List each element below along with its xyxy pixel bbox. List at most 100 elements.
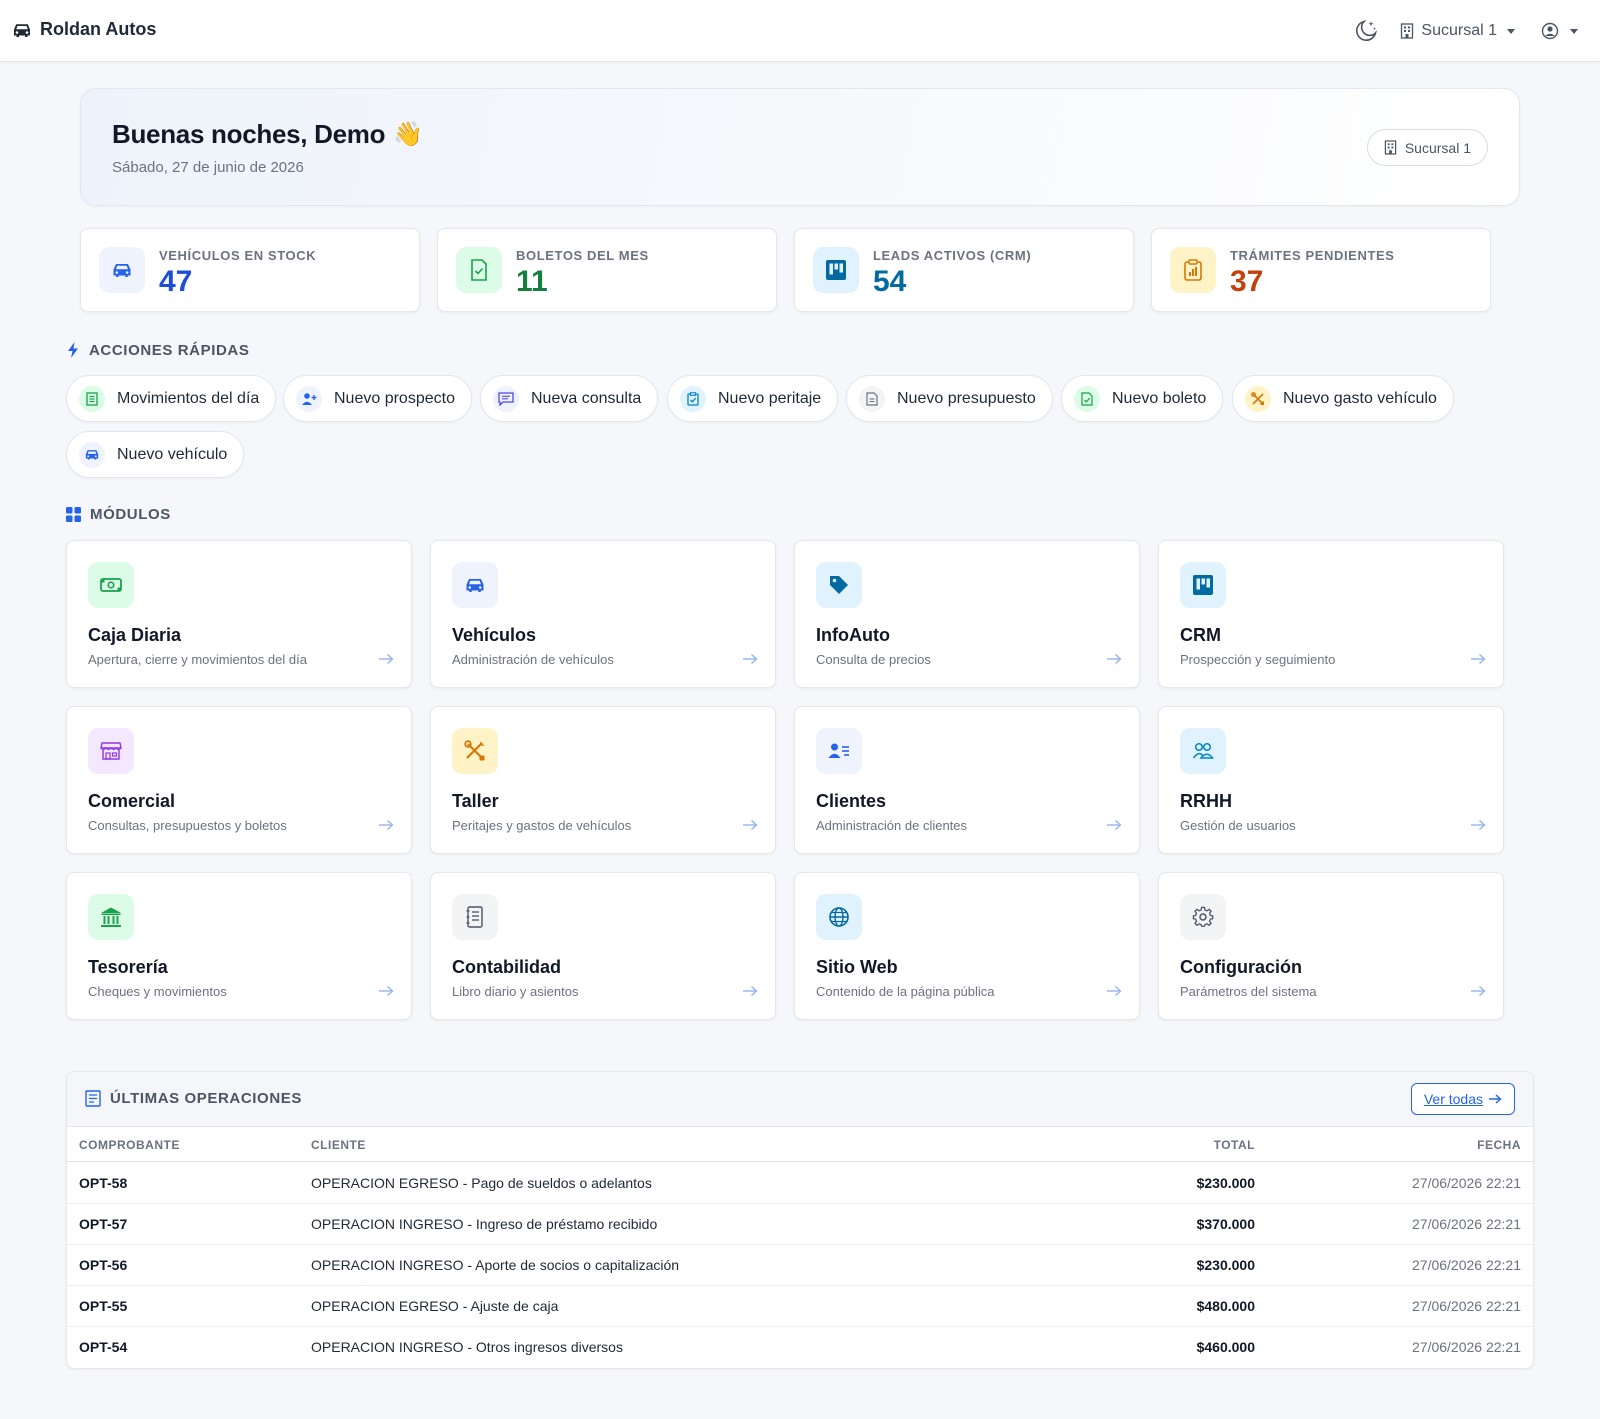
module-desc: Cheques y movimientos <box>88 984 227 999</box>
module-comercial[interactable]: Comercial Consultas, presupuestos y bole… <box>66 706 412 854</box>
cell-total: $460.000 <box>1196 1339 1255 1355</box>
operations-title-text: ÚLTIMAS OPERACIONES <box>110 1090 302 1107</box>
cell-fecha: 27/06/2026 22:21 <box>1412 1298 1521 1314</box>
car-icon <box>99 247 145 293</box>
module-sitio-web[interactable]: Sitio Web Contenido de la página pública <box>794 872 1140 1020</box>
module-crm[interactable]: CRM Prospección y seguimiento <box>1158 540 1504 688</box>
module-title: Contabilidad <box>452 957 561 977</box>
action-nuevo-peritaje[interactable]: Nuevo peritaje <box>667 375 839 422</box>
stat-card-tickets[interactable]: BOLETOS DEL MES 11 <box>437 228 777 312</box>
module-rrhh[interactable]: RRHH Gestión de usuarios <box>1158 706 1504 854</box>
action-nueva-consulta[interactable]: Nueva consulta <box>480 375 659 422</box>
cell-total: $230.000 <box>1196 1257 1255 1273</box>
module-caja-diaria[interactable]: Caja Diaria Apertura, cierre y movimient… <box>66 540 412 688</box>
module-title: Configuración <box>1180 957 1302 977</box>
action-nuevo-boleto[interactable]: Nuevo boleto <box>1061 375 1224 422</box>
greeting-card: Buenas noches, Demo 👋 Sábado, 27 de juni… <box>80 88 1520 206</box>
moon-stars-icon <box>1353 18 1379 44</box>
cell-comprobante: OPT-56 <box>79 1257 128 1273</box>
stat-value: 37 <box>1230 265 1264 298</box>
brand-name: Roldan Autos <box>40 19 157 39</box>
quick-actions-title: ACCIONES RÁPIDAS <box>89 341 250 359</box>
module-title: Clientes <box>816 791 887 811</box>
module-clientes[interactable]: Clientes Administración de clientes <box>794 706 1140 854</box>
table-row[interactable]: OPT-56 OPERACION INGRESO - Aporte de soc… <box>67 1245 1533 1286</box>
cell-comprobante: OPT-57 <box>79 1216 128 1232</box>
theme-toggle-button[interactable] <box>1350 16 1382 46</box>
document-check-icon <box>1074 385 1100 412</box>
action-nuevo-gasto-vehiculo[interactable]: Nuevo gasto vehículo <box>1232 375 1454 422</box>
cash-icon <box>88 562 134 608</box>
action-label: Movimientos del día <box>117 389 260 407</box>
module-vehiculos[interactable]: Vehículos Administración de vehículos <box>430 540 776 688</box>
action-label: Nuevo presupuesto <box>897 389 1036 407</box>
clipboard-chart-icon <box>1170 247 1216 293</box>
action-label: Nuevo prospecto <box>334 389 455 407</box>
greeting-text: Buenas noches, Demo <box>112 119 386 149</box>
module-configuracion[interactable]: Configuración Parámetros del sistema <box>1158 872 1504 1020</box>
action-nuevo-prospecto[interactable]: Nuevo prospecto <box>283 375 472 422</box>
module-title: Sitio Web <box>816 957 898 977</box>
action-nuevo-vehiculo[interactable]: Nuevo vehículo <box>66 431 245 478</box>
arrow-right-icon <box>1106 985 1122 997</box>
branch-dropdown-label: Sucursal 1 <box>1421 22 1497 39</box>
cell-comprobante: OPT-55 <box>79 1298 128 1314</box>
branch-badge: Sucursal 1 <box>1366 129 1488 166</box>
action-label: Nuevo gasto vehículo <box>1283 389 1437 407</box>
shop-icon <box>88 728 134 774</box>
arrow-right-icon <box>1470 819 1486 831</box>
greeting-date: Sábado, 27 de junio de 2026 <box>112 159 304 176</box>
arrow-right-icon <box>1470 985 1486 997</box>
globe-icon <box>816 894 862 940</box>
table-row[interactable]: OPT-54 OPERACION INGRESO - Otros ingreso… <box>67 1327 1533 1368</box>
view-all-button[interactable]: Ver todas <box>1410 1083 1515 1115</box>
table-row[interactable]: OPT-57 OPERACION INGRESO - Ingreso de pr… <box>67 1204 1533 1245</box>
cell-total: $480.000 <box>1196 1298 1255 1314</box>
table-row[interactable]: OPT-58 OPERACION EGRESO - Pago de sueldo… <box>67 1163 1533 1204</box>
stat-label: TRÁMITES PENDIENTES <box>1230 248 1395 263</box>
chat-icon <box>493 385 519 412</box>
module-desc: Libro diario y asientos <box>452 984 579 999</box>
cell-cliente: OPERACION INGRESO - Otros ingresos diver… <box>311 1339 623 1355</box>
module-infoauto[interactable]: InfoAuto Consulta de precios <box>794 540 1140 688</box>
stat-card-pending[interactable]: TRÁMITES PENDIENTES 37 <box>1151 228 1491 312</box>
stat-label: LEADS ACTIVOS (CRM) <box>873 248 1032 263</box>
stat-label: VEHÍCULOS EN STOCK <box>159 248 317 263</box>
action-label: Nuevo boleto <box>1112 389 1207 407</box>
column-header[interactable]: FECHA <box>1477 1138 1521 1152</box>
arrow-right-icon <box>742 985 758 997</box>
stat-card-vehicles[interactable]: VEHÍCULOS EN STOCK 47 <box>80 228 420 312</box>
branch-dropdown[interactable]: Sucursal 1 <box>1400 22 1515 40</box>
car-icon <box>452 562 498 608</box>
table-row[interactable]: OPT-55 OPERACION EGRESO - Ajuste de caja… <box>67 1286 1533 1327</box>
tag-icon <box>816 562 862 608</box>
module-desc: Apertura, cierre y movimientos del día <box>88 652 307 667</box>
column-header[interactable]: CLIENTE <box>311 1138 366 1152</box>
kanban-icon <box>1180 562 1226 608</box>
cell-fecha: 27/06/2026 22:21 <box>1412 1257 1521 1273</box>
operations-title: ÚLTIMAS OPERACIONES <box>85 1090 302 1107</box>
operations-card: ÚLTIMAS OPERACIONES Ver todas COMPROBANT… <box>66 1071 1534 1369</box>
module-tesoreria[interactable]: Tesorería Cheques y movimientos <box>66 872 412 1020</box>
action-movimientos[interactable]: Movimientos del día <box>66 375 277 422</box>
lightning-icon <box>66 341 80 359</box>
action-label: Nueva consulta <box>531 389 642 407</box>
module-contabilidad[interactable]: Contabilidad Libro diario y asientos <box>430 872 776 1020</box>
module-taller[interactable]: Taller Peritajes y gastos de vehículos <box>430 706 776 854</box>
action-nuevo-presupuesto[interactable]: Nuevo presupuesto <box>846 375 1053 422</box>
document-check-icon <box>456 247 502 293</box>
column-header[interactable]: TOTAL <box>1214 1138 1255 1152</box>
building-icon <box>1400 23 1414 39</box>
brand-link[interactable]: Roldan Autos <box>12 19 156 40</box>
receipt-icon <box>79 385 105 412</box>
stats-row: VEHÍCULOS EN STOCK 47 BOLETOS DEL MES 11… <box>80 228 1520 312</box>
modules-title: MÓDULOS <box>90 506 171 523</box>
stat-card-leads[interactable]: LEADS ACTIVOS (CRM) 54 <box>794 228 1134 312</box>
module-desc: Consultas, presupuestos y boletos <box>88 818 287 833</box>
column-header[interactable]: COMPROBANTE <box>79 1138 180 1152</box>
file-text-icon <box>859 385 885 412</box>
action-label: Nuevo peritaje <box>718 389 822 407</box>
stat-label: BOLETOS DEL MES <box>516 248 649 263</box>
action-label: Nuevo vehículo <box>117 445 228 463</box>
user-menu-dropdown[interactable] <box>1541 22 1578 40</box>
